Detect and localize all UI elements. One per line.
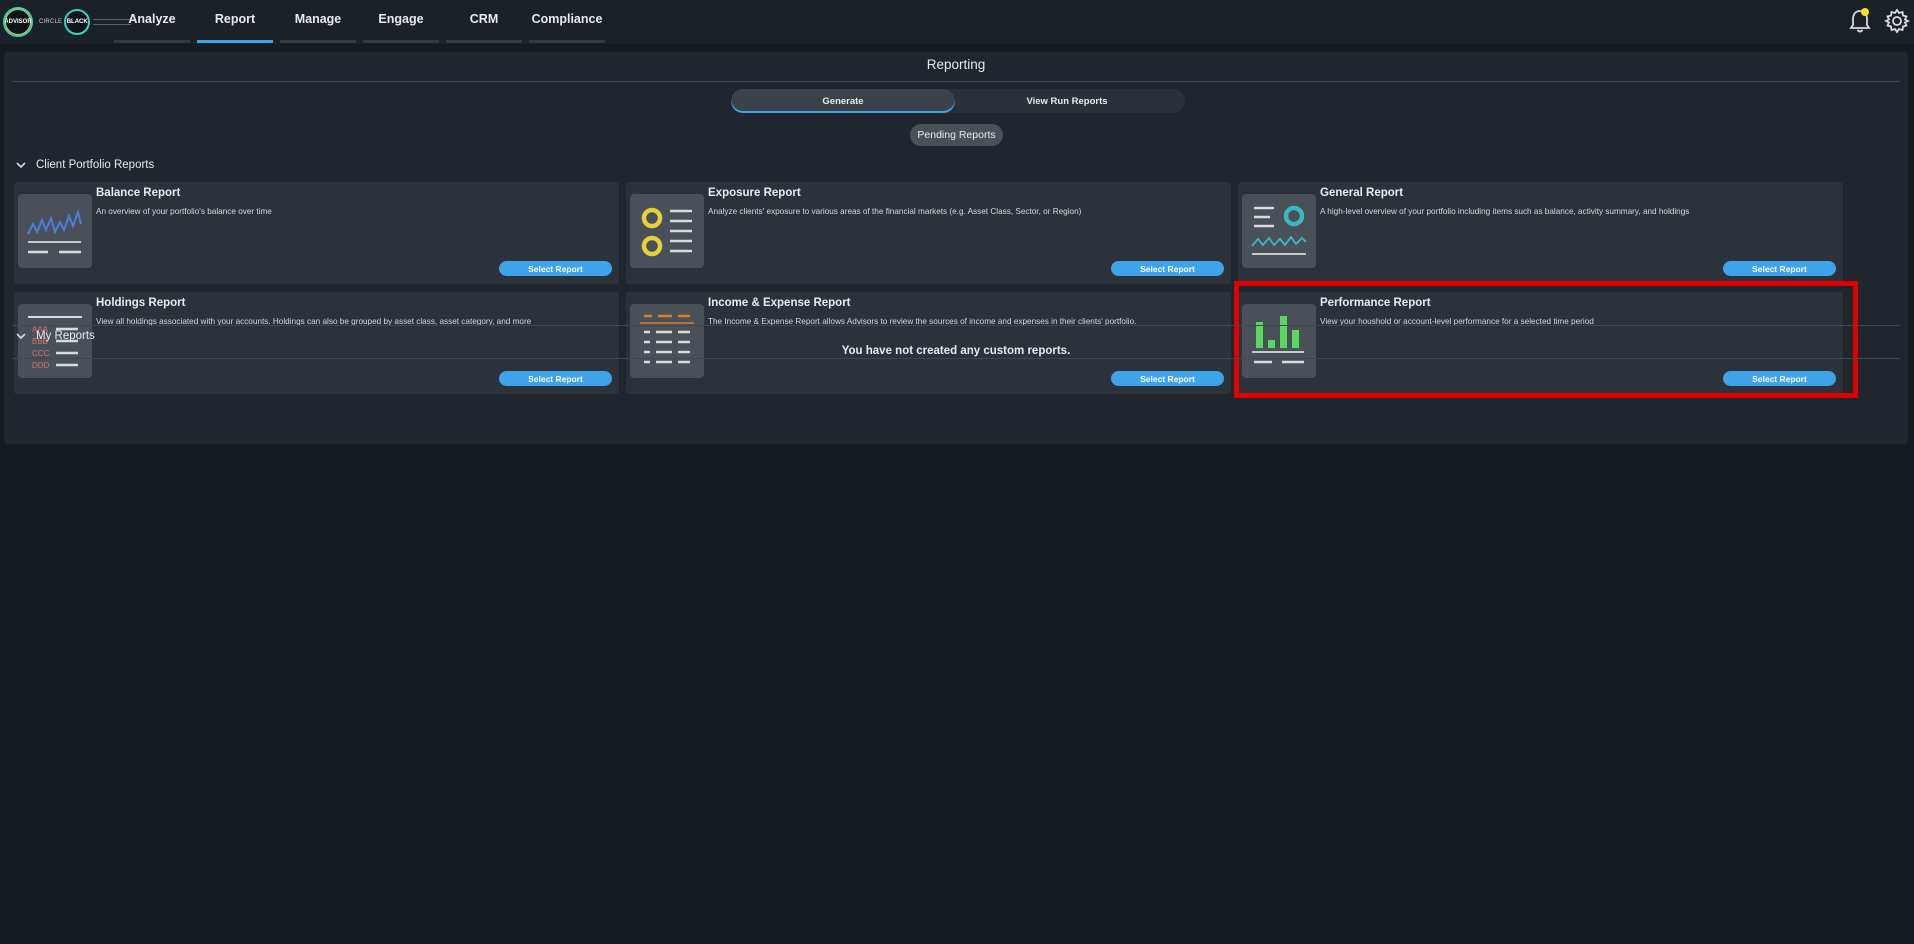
nav-crm[interactable]: CRM [446, 0, 522, 44]
nav-compliance[interactable]: Compliance [529, 0, 605, 44]
advisor-circle-black-logo[interactable]: ADVISOR CIRCLE BLACK [3, 7, 132, 37]
section-my-reports[interactable]: My Reports [14, 327, 95, 345]
card-title: Performance Report [1320, 297, 1431, 309]
select-report-button[interactable]: Select Report [1111, 371, 1224, 386]
select-report-button[interactable]: Select Report [1723, 371, 1836, 386]
card-income-expense-report[interactable]: Income & Expense Report The Income & Exp… [626, 292, 1231, 394]
section-label: Client Portfolio Reports [36, 159, 155, 171]
report-mode-toggle: Generate View Run Reports [731, 89, 1185, 113]
ledger-icon [630, 304, 704, 378]
section-divider [12, 325, 1900, 326]
card-description: An overview of your portfolio's balance … [96, 207, 272, 216]
card-title: Balance Report [96, 187, 181, 199]
card-title: Exposure Report [708, 187, 801, 199]
empty-reports-message: You have not created any custom reports. [841, 345, 1071, 357]
card-performance-report[interactable]: Performance Report View your houshold or… [1238, 292, 1843, 394]
card-exposure-report[interactable]: Exposure Report Analyze clients' exposur… [626, 182, 1231, 284]
select-report-button[interactable]: Select Report [499, 371, 612, 386]
line-chart-icon [18, 194, 92, 268]
card-title: Holdings Report [96, 297, 186, 309]
section-client-portfolio-reports[interactable]: Client Portfolio Reports [14, 156, 154, 174]
card-general-report[interactable]: General Report A high-level overview of … [1238, 182, 1843, 284]
section-divider [12, 358, 1900, 359]
tab-generate[interactable]: Generate [731, 89, 955, 113]
title-divider [12, 81, 1900, 82]
page-title: Reporting [926, 57, 986, 72]
card-balance-report[interactable]: Balance Report An overview of your portf… [14, 182, 619, 284]
nav-manage[interactable]: Manage [280, 0, 356, 44]
tab-view-run-reports[interactable]: View Run Reports [955, 89, 1179, 113]
bar-chart-icon [1242, 304, 1316, 378]
main-nav: Analyze Report Manage Engage CRM Complia… [114, 0, 612, 44]
card-holdings-report[interactable]: AAA BBB CCC DDD Holdings Report View all… [14, 292, 619, 394]
pending-reports-button[interactable]: Pending Reports [910, 124, 1003, 146]
black-logo-badge: BLACK [64, 9, 91, 35]
section-label: My Reports [36, 330, 95, 342]
nav-report[interactable]: Report [197, 0, 273, 44]
card-description: Analyze clients' exposure to various are… [708, 207, 1082, 216]
chevron-down-icon [16, 162, 26, 169]
summary-icon [1242, 194, 1316, 268]
card-title: Income & Expense Report [708, 297, 851, 309]
reporting-panel: Reporting Generate View Run Reports Pend… [4, 52, 1908, 444]
select-report-button[interactable]: Select Report [1723, 261, 1836, 276]
select-report-button[interactable]: Select Report [499, 261, 612, 276]
nav-analyze[interactable]: Analyze [114, 0, 190, 44]
gear-icon[interactable] [1884, 8, 1910, 34]
circle-logo-text: CIRCLE [39, 19, 63, 25]
top-nav-bar: ADVISOR CIRCLE BLACK Analyze Report Mana… [0, 0, 1914, 44]
chevron-down-icon [16, 333, 26, 340]
notification-dot [1861, 8, 1869, 16]
card-description: A high-level overview of your portfolio … [1320, 207, 1690, 216]
holdings-icon-label: DDD [32, 361, 50, 370]
nav-engage[interactable]: Engage [363, 0, 439, 44]
select-report-button[interactable]: Select Report [1111, 261, 1224, 276]
advisor-logo-badge: ADVISOR [3, 7, 33, 37]
list-bullets-icon [630, 194, 704, 268]
card-title: General Report [1320, 187, 1404, 199]
